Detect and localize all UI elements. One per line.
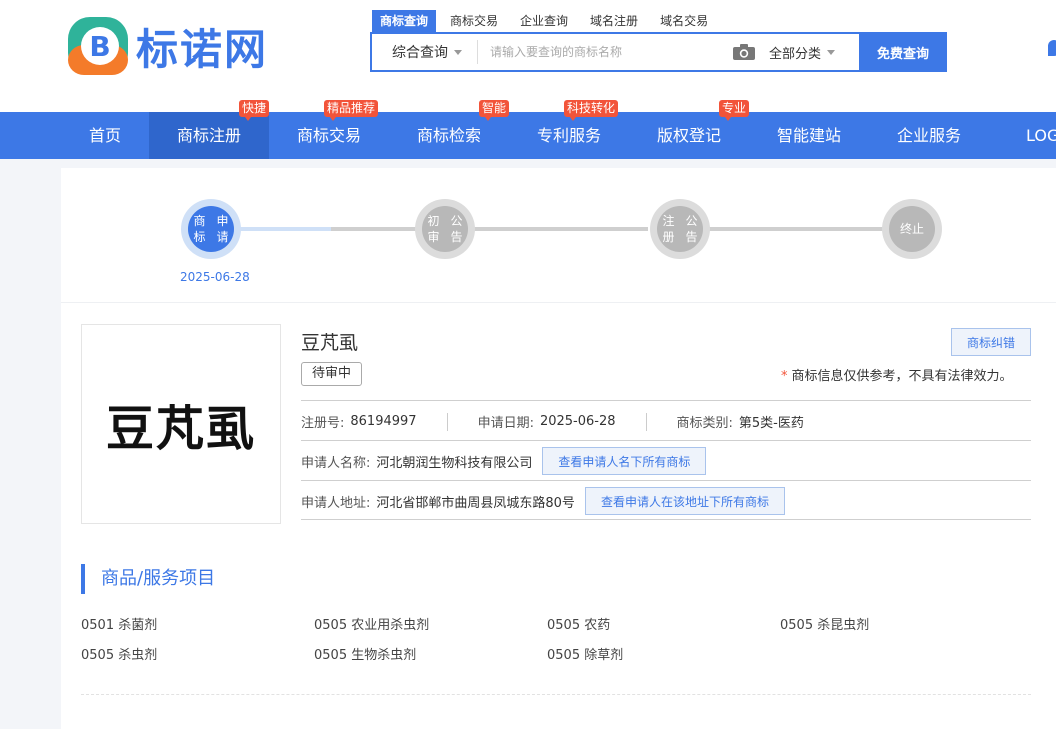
nav-item[interactable]: 商标检索	[389, 112, 509, 159]
view-address-trademarks-button[interactable]: 查看申请人在该地址下所有商标	[584, 487, 785, 515]
progress-line	[473, 227, 648, 231]
progress-step: 初审 公告	[415, 199, 475, 259]
progress-step-text: 初审	[427, 214, 440, 244]
apply-date-value: 2025-06-28	[539, 414, 616, 429]
nav-badge: 智能	[479, 100, 510, 121]
trademark-image-text: 豆芃虱	[105, 401, 256, 457]
disclaimer-text: 商标信息仅供参考，不具有法律效力。	[791, 369, 1013, 384]
nav-badge: 快捷	[239, 100, 270, 121]
goods-item: 0505 农业用杀虫剂	[314, 618, 430, 633]
progress-step-text: 注册	[662, 214, 675, 244]
progress-step-text: 公告	[450, 214, 463, 244]
progress-step-text: 公告	[685, 214, 698, 244]
chevron-down-icon	[454, 49, 462, 55]
divider	[301, 519, 1031, 520]
applicant-row: 申请人名称: 河北朝润生物科技有限公司 查看申请人名下所有商标	[301, 447, 707, 475]
goods-item: 0505 除草剂	[547, 648, 624, 663]
address-value: 河北省邯郸市曲周县凤城东路80号	[376, 495, 575, 511]
class-value: 第5类-医药	[738, 416, 804, 431]
reg-no-value: 86194997	[350, 414, 417, 429]
goods-item: 0505 杀虫剂	[81, 648, 158, 663]
progress-line	[708, 227, 883, 231]
apply-date-label: 申请日期:	[477, 416, 534, 431]
search-tab[interactable]: 商标交易	[442, 10, 506, 32]
logo-text: 标诺网	[136, 24, 269, 74]
divider	[301, 400, 1031, 401]
logo-letter: B	[89, 30, 110, 63]
nav-badge: 科技转化	[564, 100, 619, 121]
nav-item[interactable]: 商标交易	[269, 112, 389, 159]
trademark-detail-card: 2025-06-28 商标 申请 初审 公告 注册 公告 终止 豆芃虱 豆芃虱 待审中 商标…	[61, 168, 1056, 729]
trademark-name: 豆芃虱	[301, 332, 359, 354]
search-panel: 商标查询商标交易企业查询域名注册域名交易 综合查询 全部分类 免费查询	[370, 10, 950, 72]
main-nav: 首页商标注册商标交易商标检索专利服务版权登记智能建站企业服务LOGO	[0, 112, 1056, 159]
search-tab[interactable]: 商标查询	[372, 10, 437, 32]
divider	[446, 412, 448, 431]
progress-step-label: 注册 公告	[657, 206, 703, 252]
goods-item: 0505 杀昆虫剂	[780, 618, 870, 633]
search-type-select[interactable]: 综合查询	[372, 42, 477, 62]
class-label: 商标类别:	[676, 416, 733, 431]
registration-info-row: 注册号: 86194997 申请日期: 2025-06-28 商标类别: 第5类…	[301, 412, 804, 431]
view-applicant-trademarks-button[interactable]: 查看申请人名下所有商标	[542, 447, 707, 475]
divider	[81, 694, 1031, 695]
progress-step-text: 申请	[216, 214, 229, 244]
search-tab[interactable]: 域名注册	[582, 10, 646, 32]
disclaimer: * 商标信息仅供参考，不具有法律效力。	[781, 365, 1013, 384]
trademark-correction-button[interactable]: 商标纠错	[951, 328, 1031, 356]
address-label: 申请人地址:	[301, 495, 371, 511]
asterisk: *	[781, 369, 788, 384]
camera-icon[interactable]	[733, 44, 755, 60]
nav-item[interactable]: LOGO	[989, 112, 1056, 159]
search-tab[interactable]: 企业查询	[512, 10, 576, 32]
site-logo[interactable]: B 标诺网	[66, 14, 306, 78]
status-progress: 2025-06-28 商标 申请 初审 公告 注册 公告 终止	[61, 168, 1056, 303]
search-tabs: 商标查询 商标交易 企业查询 域名注册 域名交易	[370, 10, 950, 32]
divider	[645, 412, 647, 431]
nav-item[interactable]: 企业服务	[869, 112, 989, 159]
progress-date: 2025-06-28	[180, 270, 250, 284]
goods-item: 0505 农药	[547, 618, 611, 633]
applicant-label: 申请人名称:	[301, 455, 371, 471]
progress-step-label: 商标 申请	[188, 206, 234, 252]
goods-section-title: 商品/服务项目	[81, 564, 215, 594]
status-badge: 待审中	[301, 362, 363, 386]
nav-badge: 专业	[719, 100, 750, 121]
search-tab[interactable]: 域名交易	[652, 10, 716, 32]
search-input[interactable]	[478, 34, 733, 70]
goods-item: 0505 生物杀虫剂	[314, 648, 417, 663]
trademark-image: 豆芃虱	[81, 324, 281, 524]
chevron-down-icon	[827, 49, 836, 55]
search-type-label: 综合查询	[392, 45, 448, 61]
search-submit-button[interactable]: 免费查询	[859, 32, 947, 72]
progress-step: 注册 公告	[650, 199, 710, 259]
divider	[301, 440, 1031, 441]
progress-step-label: 初审 公告	[422, 206, 468, 252]
reg-no-label: 注册号:	[301, 416, 345, 431]
goods-item: 0501 杀菌剂	[81, 618, 158, 633]
progress-step: 终止	[882, 199, 942, 259]
progress-step-label: 终止	[889, 206, 935, 252]
nav-item[interactable]: 智能建站	[749, 112, 869, 159]
category-label: 全部分类	[769, 46, 822, 62]
category-select[interactable]: 全部分类	[769, 43, 859, 62]
nav-item[interactable]: 版权登记	[629, 112, 749, 159]
progress-step: 商标 申请	[181, 199, 241, 259]
nav-badge: 精品推荐	[324, 100, 379, 121]
nav-item[interactable]: 专利服务	[509, 112, 629, 159]
logo-badge-icon: B	[68, 17, 128, 75]
address-row: 申请人地址: 河北省邯郸市曲周县凤城东路80号 查看申请人在该地址下所有商标	[301, 487, 785, 515]
divider	[301, 480, 1031, 481]
site-header: B 标诺网 商标查询商标交易企业查询域名注册域名交易 综合查询 全部分类 免费查…	[0, 0, 1056, 112]
nav-item[interactable]: 首页	[45, 112, 165, 159]
progress-step-text: 终止	[899, 222, 924, 236]
progress-step-text: 商标	[193, 214, 206, 244]
location-icon[interactable]	[1048, 40, 1056, 56]
nav-item[interactable]: 商标注册	[149, 112, 269, 159]
applicant-value: 河北朝润生物科技有限公司	[376, 455, 533, 471]
search-box: 综合查询 全部分类 免费查询	[370, 32, 947, 72]
